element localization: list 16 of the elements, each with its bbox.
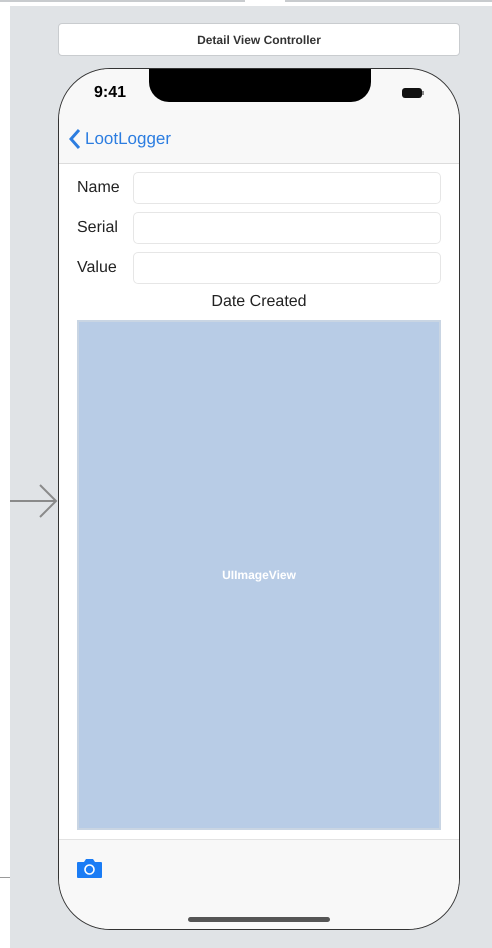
field-label: Value [77,258,118,278]
chevron-left-icon [69,128,81,150]
camera-icon [76,858,103,878]
field-label: Serial [77,218,119,238]
scene-title: Detail View Controller [58,23,460,56]
text-field[interactable] [133,212,441,244]
text-field[interactable] [133,172,441,204]
entry-arrow-icon [10,484,58,518]
camera-button[interactable] [76,858,103,878]
battery-icon [402,88,424,98]
date-label: Date Created [210,292,308,312]
status-time: 9:41 [94,83,126,103]
field-label: Name [77,178,121,198]
back-button[interactable]: LootLogger [69,126,172,152]
image-view: UIImageView [77,320,441,830]
text-field[interactable] [133,252,441,284]
